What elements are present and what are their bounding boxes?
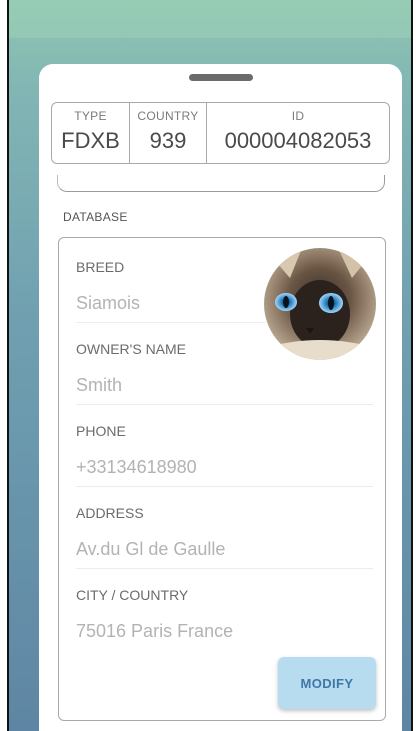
country-value: 939: [149, 128, 187, 153]
city-country-value: 75016 Paris France: [76, 621, 234, 641]
city-country-label: CITY / COUNTRY: [76, 587, 189, 603]
bottom-sheet: TYPE FDXB COUNTRY 939 ID 000004082053 DA…: [39, 64, 402, 731]
type-value: FDXB: [61, 128, 120, 153]
country-column: COUNTRY 939: [130, 103, 207, 163]
address-value: Av.du Gl de Gaulle: [76, 539, 373, 569]
frame-border-left: [7, 0, 9, 731]
country-label: COUNTRY: [137, 109, 199, 123]
breed-value: Siamois: [76, 293, 266, 323]
status-bar-area: [9, 0, 411, 38]
id-label: ID: [291, 109, 305, 123]
phone-value: +33134618980: [76, 457, 373, 487]
owner-name-field[interactable]: OWNER'S NAME Smith: [76, 341, 373, 405]
breed-label: BREED: [76, 259, 125, 275]
phone-field[interactable]: PHONE +33134618980: [76, 423, 373, 487]
owner-name-value: Smith: [76, 375, 373, 405]
id-column: ID 000004082053: [207, 103, 389, 163]
collapsed-panel-edge: [57, 175, 385, 192]
drag-handle-icon[interactable]: [189, 74, 253, 81]
database-box: BREED Siamois OWNER'S NAME Smith PHONE +…: [58, 237, 386, 721]
id-value: 000004082053: [224, 128, 372, 153]
type-column: TYPE FDXB: [52, 103, 130, 163]
owner-name-label: OWNER'S NAME: [76, 341, 187, 357]
city-country-field[interactable]: CITY / COUNTRY 75016 Paris France: [76, 587, 373, 650]
address-field[interactable]: ADDRESS Av.du Gl de Gaulle: [76, 505, 373, 569]
address-label: ADDRESS: [76, 505, 144, 521]
database-section-label: DATABASE: [63, 210, 128, 224]
phone-label: PHONE: [76, 423, 126, 439]
modify-button[interactable]: MODIFY: [278, 657, 376, 709]
frame-border-right: [411, 0, 413, 731]
type-label: TYPE: [74, 109, 107, 123]
breed-field[interactable]: BREED Siamois: [76, 259, 266, 323]
chip-id-box: TYPE FDXB COUNTRY 939 ID 000004082053: [51, 102, 390, 164]
